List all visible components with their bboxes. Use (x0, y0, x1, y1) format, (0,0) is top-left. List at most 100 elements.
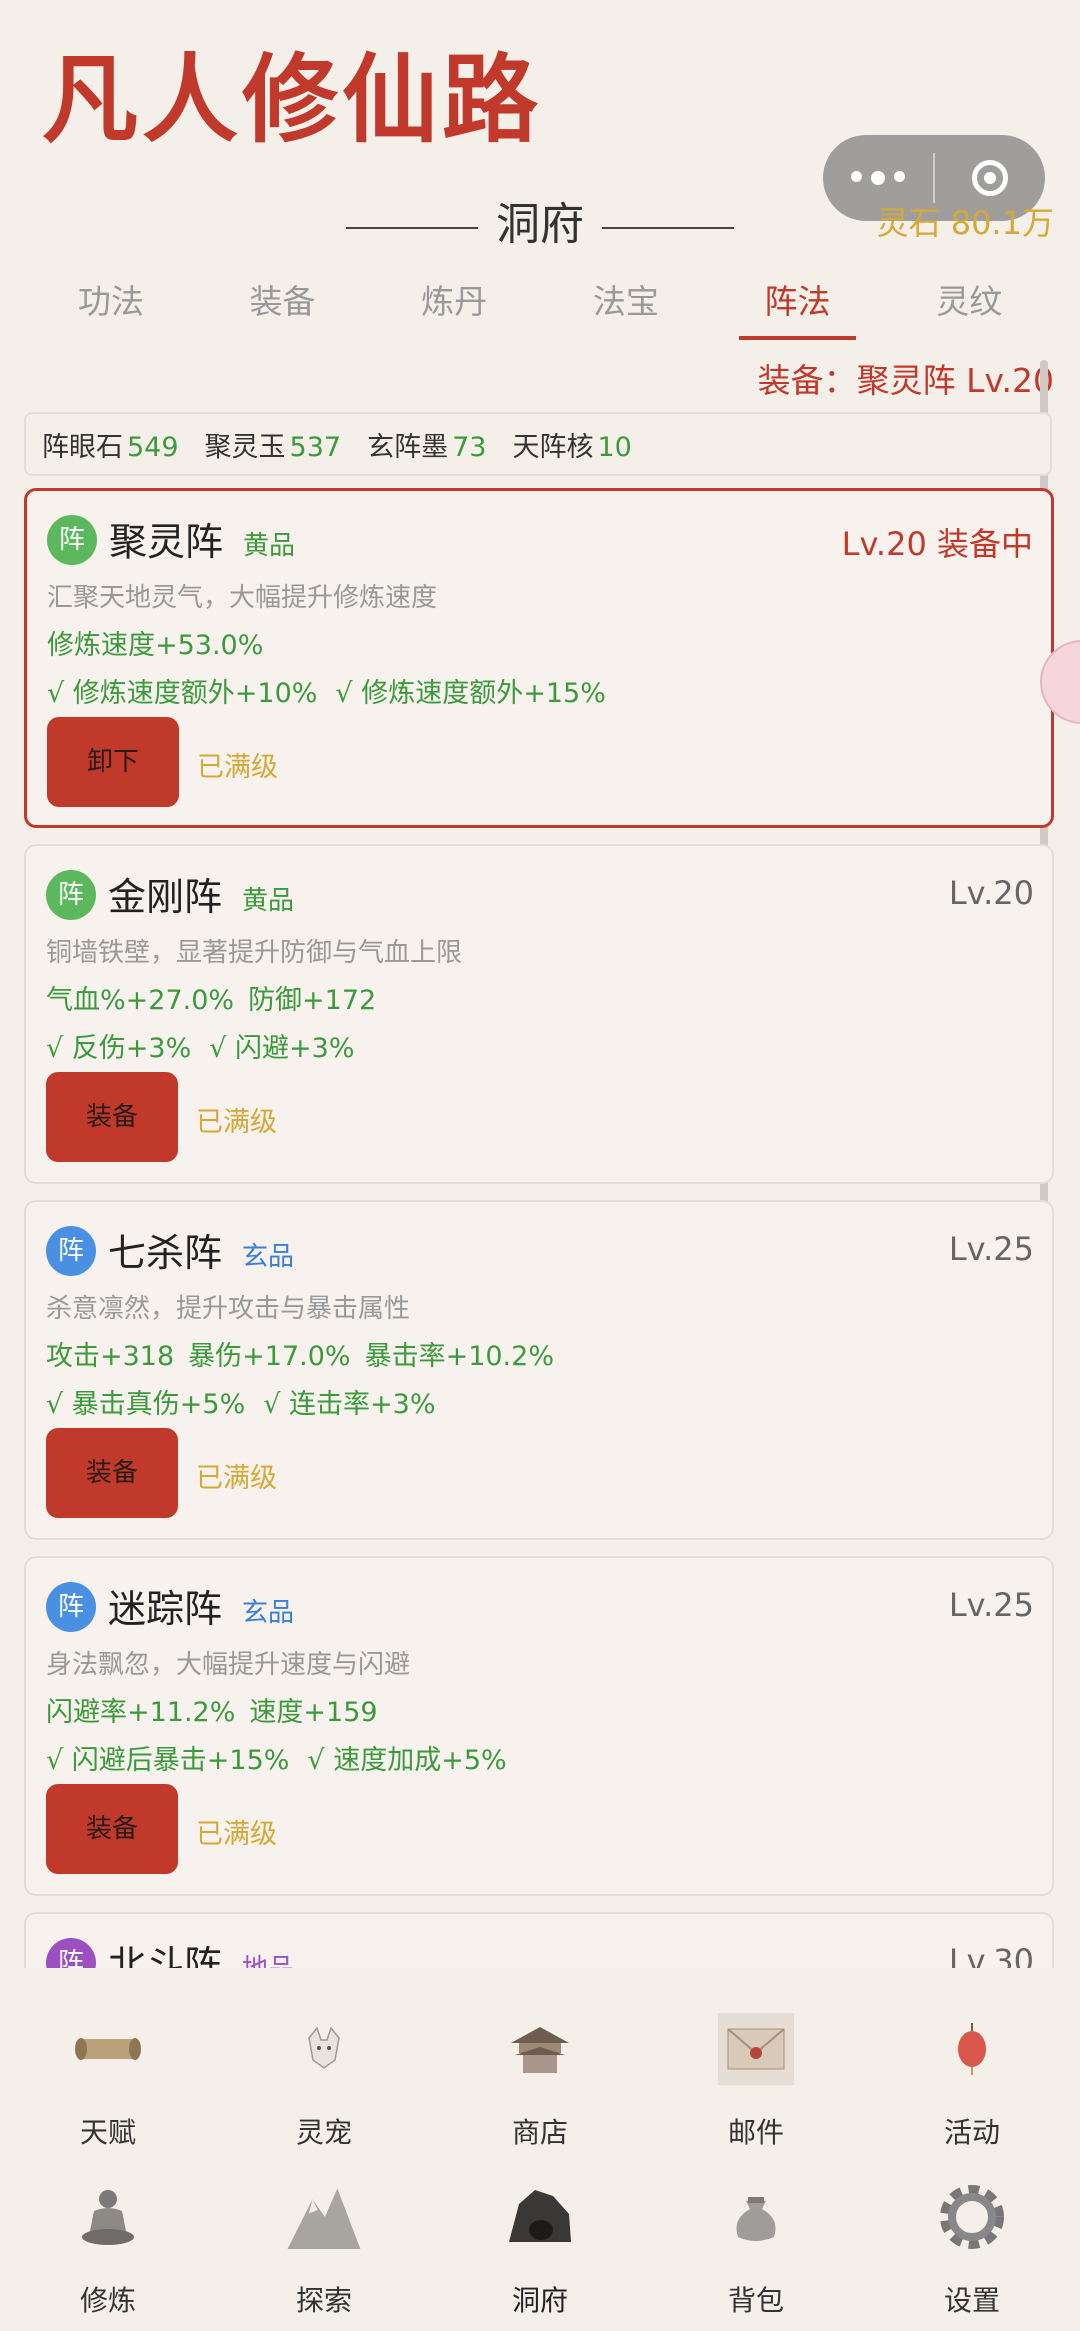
gear-icon (932, 2177, 1012, 2257)
formation-level: Lv.25 (948, 1586, 1034, 1624)
perk-text: √ 修炼速度额外+10% (47, 678, 318, 709)
stat-text: 暴伤+17.0% (188, 1341, 351, 1372)
stat-text: 修炼速度+53.0% (47, 630, 264, 661)
formation-perks: √ 反伤+3% √ 闪避+3% (46, 1026, 373, 1065)
nav-label: 修炼 (79, 2284, 136, 2317)
tab-5[interactable]: 灵纹 (883, 270, 1055, 340)
lantern-icon (932, 2009, 1012, 2089)
formation-stats: 攻击+318 暴伤+17.0% 暴击率+10.2% (46, 1334, 568, 1373)
formation-badge: 阵 (47, 515, 97, 565)
max-level-label: 已满级 (196, 1463, 277, 1494)
fox-icon (284, 2009, 364, 2089)
nav-label: 商店 (511, 2116, 568, 2149)
formation-desc: 汇聚天地灵气，大幅提升修炼速度 (47, 583, 438, 613)
nav-item-3[interactable]: 邮件 (648, 1985, 864, 2149)
formation-grade: 黄品 (243, 531, 296, 561)
stat-text: 闪避率+11.2% (46, 1697, 236, 1728)
more-icon[interactable] (823, 171, 933, 185)
perk-text: √ 速度加成+5% (307, 1745, 507, 1776)
material-count: 537 (289, 431, 342, 463)
nav-row-bottom: 修炼 探索 洞府 背包 设置 (0, 2153, 1080, 2317)
tab-1[interactable]: 装备 (197, 270, 369, 340)
formation-card: 阵金刚阵 黄品 Lv.20 铜墙铁壁，显著提升防御与气血上限 气血%+27.0% 防御+1… (24, 844, 1054, 1184)
perk-text: √ 闪避+3% (209, 1033, 355, 1064)
material-name: 阵眼石 (42, 431, 123, 463)
stat-text: 攻击+318 (46, 1341, 175, 1372)
nav-item-0[interactable]: 天赋 (0, 1985, 216, 2149)
nav-item-2[interactable]: 商店 (432, 1985, 648, 2149)
formation-name: 聚灵阵 (109, 520, 224, 564)
pavilion-icon (500, 2009, 580, 2089)
tab-3[interactable]: 法宝 (540, 270, 712, 340)
formation-badge: 阵 (46, 1226, 96, 1276)
pouch-icon (716, 2177, 796, 2257)
perk-text: √ 连击率+3% (263, 1389, 436, 1420)
max-level-label: 已满级 (196, 1819, 277, 1850)
material-item: 聚灵玉 537 (205, 425, 342, 464)
stat-text: 暴击率+10.2% (364, 1341, 554, 1372)
max-level-label: 已满级 (197, 752, 278, 783)
material-name: 聚灵玉 (204, 431, 286, 463)
formation-card: 阵七杀阵 玄品 Lv.25 杀意凛然，提升攻击与暴击属性 攻击+318 暴伤+17.0% 暴… (24, 1200, 1054, 1540)
nav-label: 天赋 (79, 2116, 136, 2149)
bottom-nav: 天赋 灵宠 商店 邮件 活动 修炼 探索 洞府 背包 设置 (0, 1985, 1080, 2331)
mountain-icon (284, 2177, 364, 2257)
material-count: 549 (127, 431, 179, 463)
perk-text: √ 修炼速度额外+15% (335, 678, 606, 709)
material-item: 阵眼石 549 (42, 425, 179, 464)
formation-card: 阵聚灵阵 黄品 Lv.20 装备中 汇聚天地灵气，大幅提升修炼速度 修炼速度+53.0%… (24, 488, 1054, 828)
material-name: 玄阵墨 (367, 431, 449, 463)
section-title-text: 洞府 (496, 199, 584, 250)
formation-name: 金刚阵 (108, 875, 223, 919)
nav-label: 探索 (295, 2284, 352, 2317)
nav-label: 活动 (943, 2116, 1000, 2149)
stat-text: 气血%+27.0% (46, 985, 235, 1016)
formation-level: Lv.25 (948, 1230, 1034, 1268)
equipped-formation: 装备：聚灵阵 Lv.20 (757, 361, 1054, 400)
scroll-icon (68, 2009, 148, 2089)
equip-button[interactable]: 装备 (46, 1428, 178, 1518)
nav-item-0[interactable]: 修炼 (0, 2153, 216, 2317)
formation-card: 阵迷踪阵 玄品 Lv.25 身法飘忽，大幅提升速度与闪避 闪避率+11.2% 速度+159… (24, 1556, 1054, 1896)
envelope-icon (716, 2009, 796, 2089)
divider (346, 226, 478, 229)
formation-badge: 阵 (46, 1938, 96, 1968)
max-level-label: 已满级 (196, 1107, 277, 1138)
formation-stats: 修炼速度+53.0% (47, 623, 277, 662)
formation-perks: √ 修炼速度额外+10% √ 修炼速度额外+15% (47, 671, 624, 710)
stat-text: 速度+159 (249, 1697, 378, 1728)
formation-stats: 气血%+27.0% 防御+172 (46, 978, 390, 1017)
materials-bar: 阵眼石 549 聚灵玉 537 玄阵墨 73 天阵核 10 (24, 412, 1052, 476)
formation-grade: 地品 (242, 1948, 294, 1968)
nav-item-3[interactable]: 背包 (648, 2153, 864, 2317)
formation-badge: 阵 (46, 870, 96, 920)
equip-button[interactable]: 装备 (46, 1784, 178, 1874)
formation-name: 七杀阵 (108, 1231, 223, 1275)
nav-item-2[interactable]: 洞府 (432, 2153, 648, 2317)
nav-item-1[interactable]: 灵宠 (216, 1985, 432, 2149)
nav-label: 背包 (727, 2284, 784, 2317)
material-item: 玄阵墨 73 (367, 425, 486, 464)
material-item: 天阵核 10 (512, 425, 631, 464)
nav-label: 灵宠 (295, 2116, 352, 2149)
spirit-stone-balance: 灵石 80.1万 (876, 204, 1054, 242)
formation-desc: 身法飘忽，大幅提升速度与闪避 (46, 1650, 411, 1680)
nav-item-1[interactable]: 探索 (216, 2153, 432, 2317)
nav-label: 洞府 (511, 2284, 568, 2317)
formation-level: Lv.20 (948, 874, 1034, 912)
formation-grade: 玄品 (242, 1598, 295, 1628)
formation-name: 北斗阵 (108, 1943, 223, 1968)
tab-0[interactable]: 功法 (25, 270, 197, 340)
nav-item-4[interactable]: 设置 (864, 2153, 1080, 2317)
perk-text: √ 反伤+3% (46, 1033, 192, 1064)
perk-text: √ 暴击真伤+5% (46, 1389, 246, 1420)
equip-button[interactable]: 装备 (46, 1072, 178, 1162)
divider (602, 226, 734, 229)
tab-4[interactable]: 阵法 (712, 270, 884, 340)
formation-grade: 黄品 (242, 886, 295, 916)
material-name: 天阵核 (512, 431, 594, 463)
cave-icon (500, 2177, 580, 2257)
unequip-button[interactable]: 卸下 (47, 717, 179, 807)
nav-item-4[interactable]: 活动 (864, 1985, 1080, 2149)
tab-2[interactable]: 炼丹 (368, 270, 540, 340)
